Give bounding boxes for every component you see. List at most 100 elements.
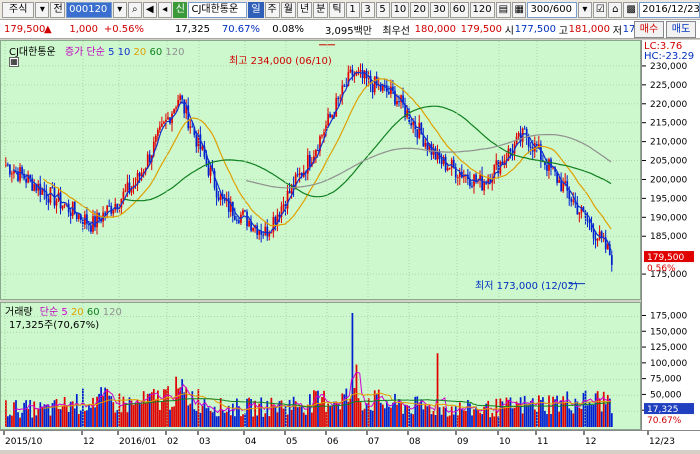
candle-body — [77, 214, 80, 220]
volume-tick-label: 50,000 — [650, 390, 682, 400]
period-button-5[interactable]: 틱 — [329, 1, 345, 18]
volume-bar — [73, 408, 76, 427]
candle-body — [517, 133, 520, 137]
volume-bar — [35, 415, 38, 427]
volume-bar — [242, 414, 244, 427]
interval-button-3[interactable]: 3 — [360, 1, 375, 18]
volume-bar — [77, 413, 80, 427]
volume-bar — [432, 410, 435, 427]
volume-bar — [598, 398, 601, 427]
count-field[interactable]: 300/600 — [527, 1, 577, 18]
search-icon[interactable]: ⌕ — [127, 1, 142, 18]
period-button-4[interactable]: 분 — [313, 1, 329, 18]
candle-body — [288, 191, 291, 194]
volume-bar — [138, 404, 141, 427]
volume-bar — [104, 387, 107, 427]
volume-bar — [467, 399, 469, 427]
price-tick-label: 215,000 — [650, 119, 687, 129]
volume-bar — [489, 417, 492, 427]
lock-icon[interactable]: ⌂ — [608, 1, 623, 18]
volume-bar — [538, 395, 540, 427]
period-button-3[interactable]: 년 — [296, 1, 313, 18]
market-select[interactable]: 주식 — [2, 1, 35, 18]
volume-bar — [286, 414, 289, 427]
volume-bar — [161, 401, 163, 427]
candle-body — [418, 123, 421, 138]
candle-body — [335, 97, 338, 117]
interval-button-20[interactable]: 20 — [410, 1, 430, 18]
sound-icon[interactable]: ◀ — [142, 1, 157, 18]
volume-bar — [298, 406, 301, 427]
period-button-0[interactable]: 일 — [248, 1, 264, 18]
volume-bar — [140, 403, 143, 427]
volume-bar — [262, 416, 265, 427]
pane-menu-icon[interactable]: ▦ — [9, 57, 19, 67]
prev-icon[interactable]: ◂ — [157, 1, 172, 18]
volume-tick-label: 100,000 — [650, 359, 687, 369]
open-price: 177,500 — [514, 23, 556, 35]
type-select[interactable]: 전 — [50, 1, 66, 18]
volume-bar — [430, 414, 433, 427]
volume-bar — [240, 416, 242, 427]
date-field[interactable]: 2016/12/23 — [639, 1, 700, 18]
volume-bar — [444, 407, 447, 427]
stock-name-field: CJ대한통운 — [188, 1, 248, 18]
candle-body — [124, 190, 127, 192]
price-chart-pane[interactable]: CJ대한통운 증가 단순 5 10 20 60 120 ▦ 최고 234,000… — [0, 40, 641, 300]
candle-body — [412, 122, 415, 126]
interval-button-120[interactable]: 120 — [469, 1, 495, 18]
volume-bar — [292, 396, 295, 427]
volume-bar — [386, 401, 388, 427]
period-button-1[interactable]: 주 — [264, 1, 280, 18]
current-pct-tag: 0.56% — [647, 264, 676, 274]
interval-button-5[interactable]: 5 — [375, 1, 390, 18]
grid-icon[interactable]: ▩ — [623, 1, 639, 18]
sell-button[interactable]: 매도 — [666, 21, 696, 38]
volume-bar — [63, 397, 66, 427]
stock-code-input[interactable]: 000120 — [66, 1, 112, 18]
volume-bar — [442, 406, 445, 427]
volume-value: 17,325 — [175, 23, 210, 35]
volume-bar — [396, 404, 398, 427]
price-axis: 230,000 225,000 220,000 215,000 210,000 205,0… — [641, 40, 700, 430]
price-chart-svg — [1, 41, 640, 299]
volume-bar — [159, 409, 161, 427]
price-ma-60: 60 — [146, 47, 163, 58]
checkbox-icon[interactable]: ☑ — [592, 1, 608, 18]
time-axis-svg: 2015/10 12 2016/01 02 03 04 05 06 07 08 09 10 11 12 12… — [3, 431, 675, 447]
x-tick-label: 06 — [327, 437, 339, 447]
interval-button-60[interactable]: 60 — [449, 1, 469, 18]
dropdown-arrow-icon[interactable]: ▾ — [35, 1, 50, 18]
zoom-icon[interactable]: ▾ — [577, 1, 592, 18]
interval-button-1[interactable]: 1 — [345, 1, 360, 18]
volume-bar — [600, 411, 603, 427]
interval-button-10[interactable]: 10 — [390, 1, 410, 18]
code-dropdown-icon[interactable]: ▾ — [112, 1, 127, 18]
price-tick-label: 210,000 — [650, 138, 687, 148]
volume-bar — [122, 396, 125, 427]
buy-button[interactable]: 매수 — [634, 21, 664, 38]
volume-bar — [120, 412, 123, 427]
volume-pct-tag: 70.67% — [647, 416, 682, 426]
volume-chart-pane[interactable]: 거래량 단순 5 20 60 120 17,325주(70,67%) — [0, 302, 641, 430]
candle-body — [572, 200, 575, 202]
volume-bar — [88, 404, 90, 427]
x-tick-label: 12 — [83, 437, 94, 447]
volume-bar — [252, 416, 254, 427]
volume-bar — [345, 388, 348, 427]
price-ma-20: 20 — [130, 47, 147, 58]
period-button-2[interactable]: 월 — [280, 1, 296, 18]
candle-body — [112, 210, 115, 214]
volume-bar — [586, 405, 589, 427]
volume-bar — [268, 416, 271, 427]
price-tick-label: 190,000 — [650, 213, 687, 223]
volume-bar — [112, 402, 115, 427]
settings-icon[interactable]: ▤ — [495, 1, 511, 18]
candle-body — [481, 174, 483, 191]
hc-label: HC:-23.29 — [644, 51, 695, 62]
volume-bar — [187, 405, 190, 427]
candle-body — [430, 143, 433, 155]
candle-body — [209, 167, 212, 176]
interval-button-30[interactable]: 30 — [430, 1, 449, 18]
chart-type-icon[interactable]: ▦ — [511, 1, 527, 18]
